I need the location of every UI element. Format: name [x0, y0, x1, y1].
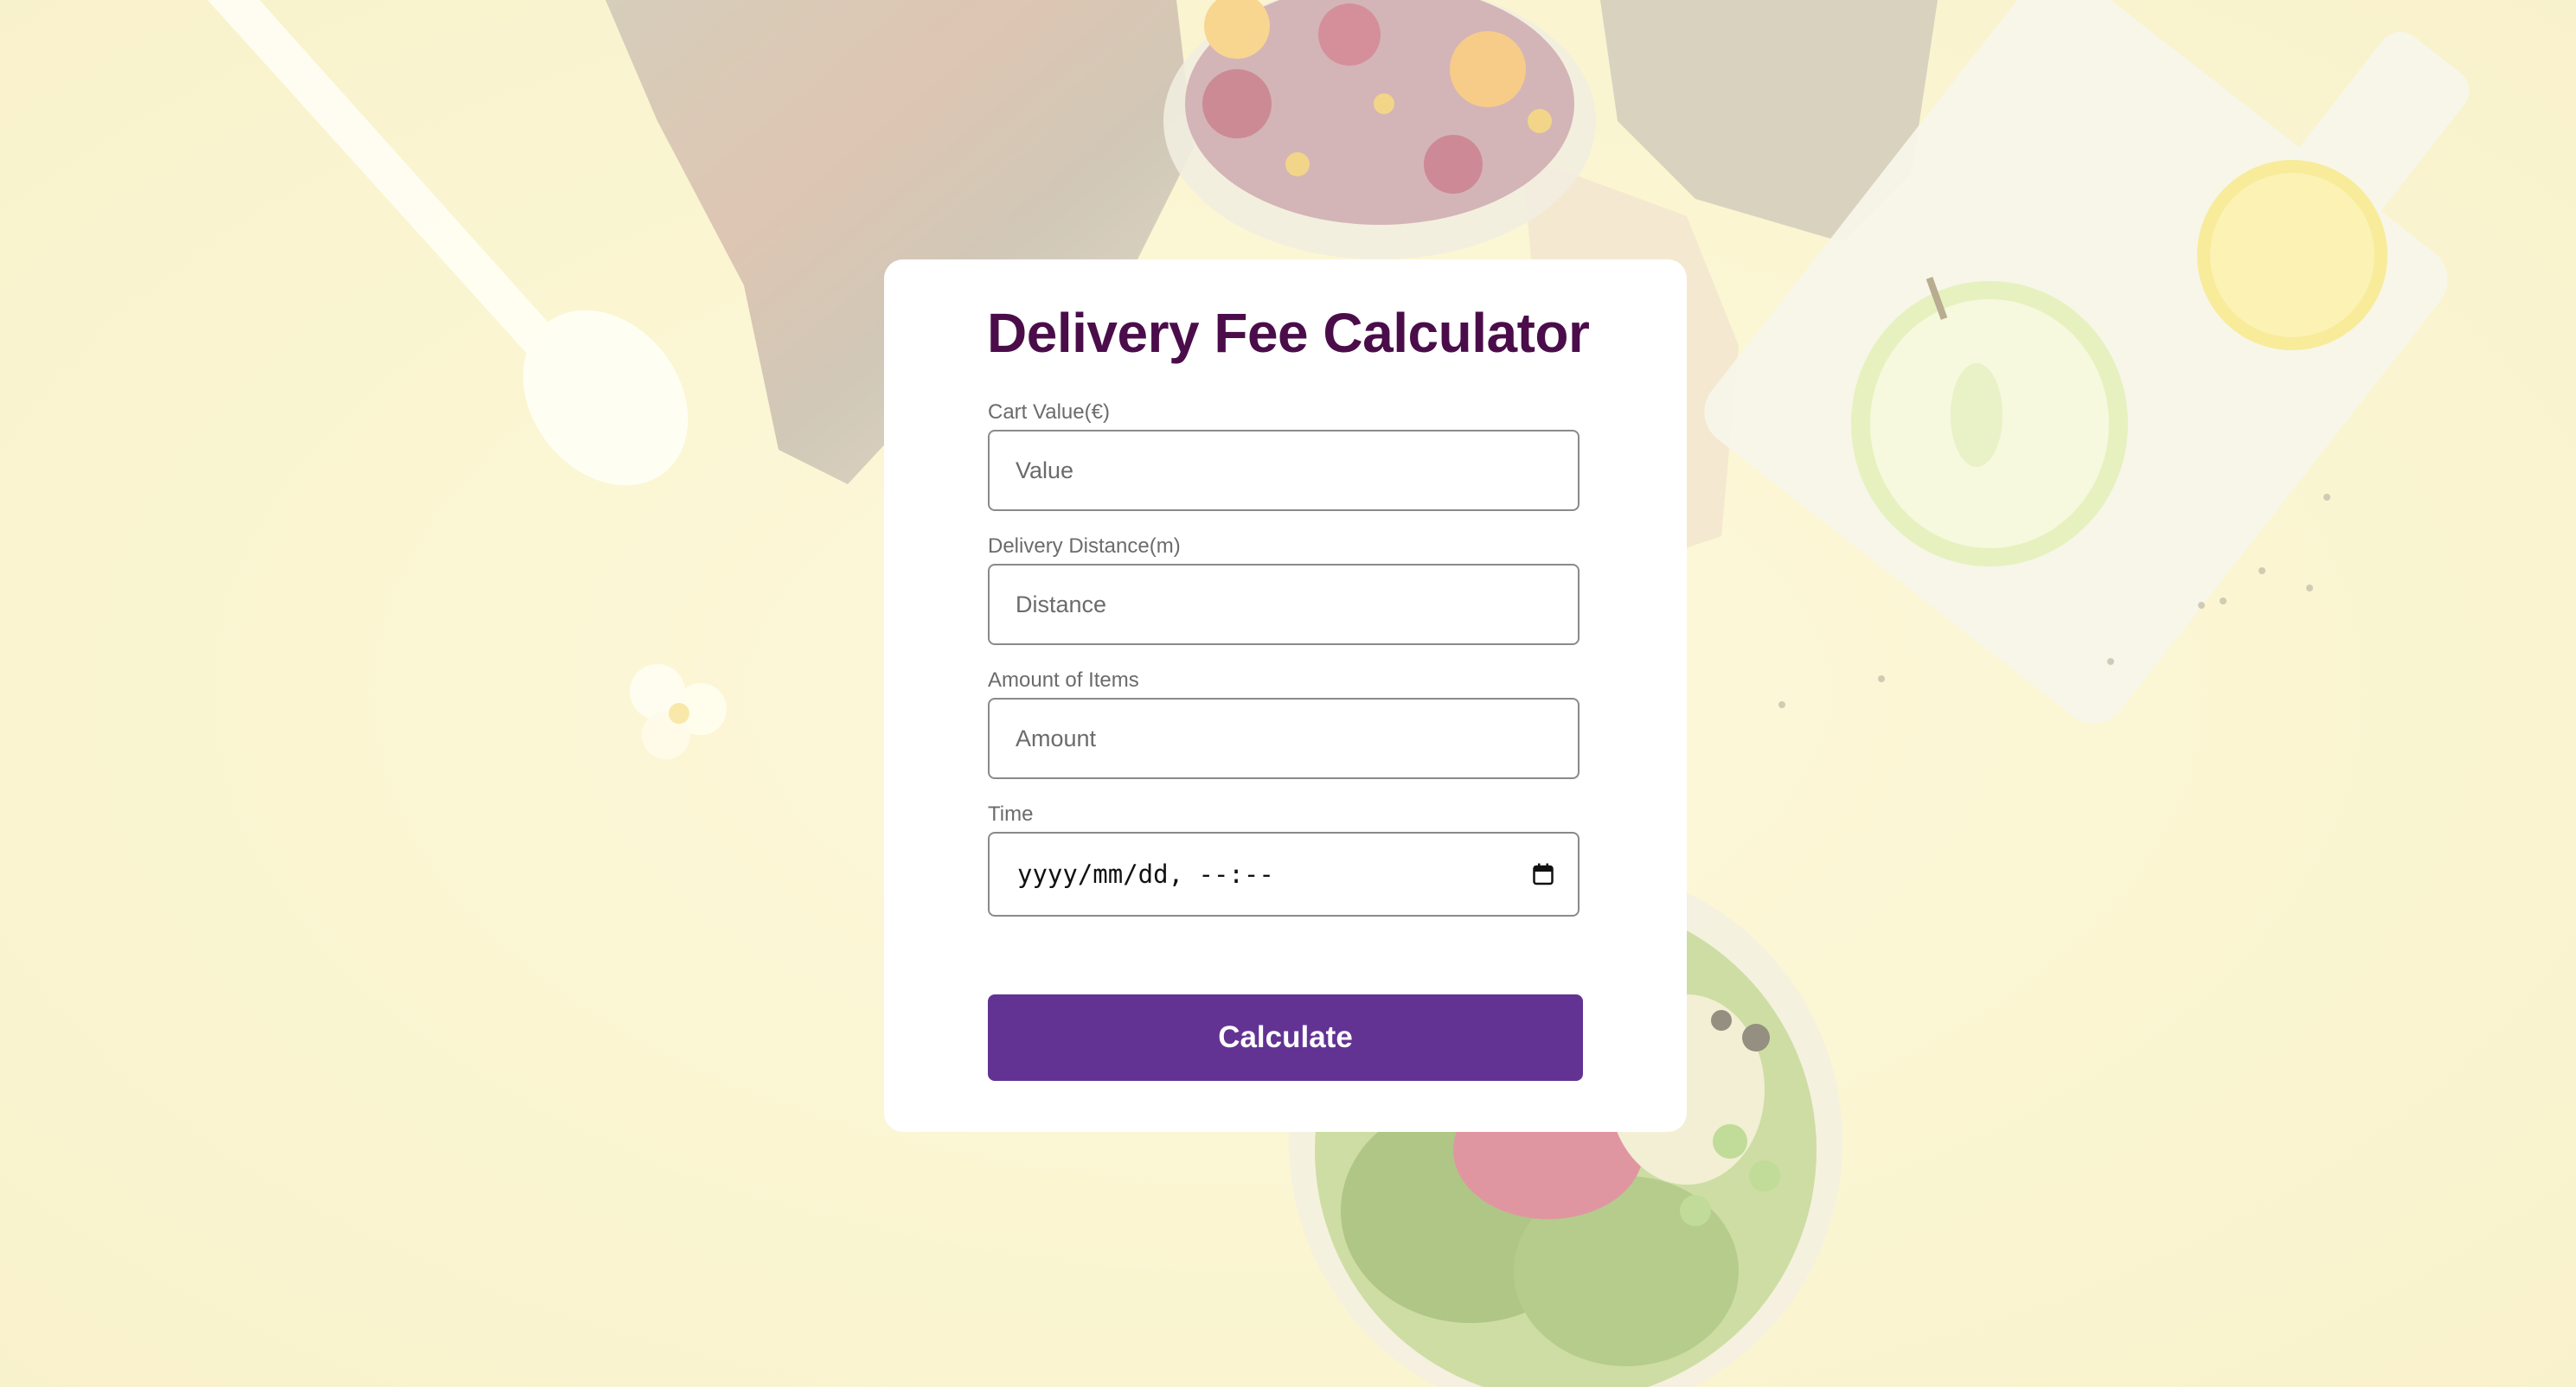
time-input[interactable]: yyyy/mm/dd, --:--: [988, 832, 1580, 917]
amount-of-items-label: Amount of Items: [988, 668, 1139, 692]
page-title: Delivery Fee Calculator: [987, 302, 1590, 364]
calendar-icon[interactable]: [1533, 863, 1554, 885]
calculator-card: Delivery Fee Calculator Cart Value(€) De…: [884, 259, 1687, 1132]
cart-value-label: Cart Value(€): [988, 400, 1110, 424]
time-label: Time: [988, 802, 1034, 826]
delivery-distance-label: Delivery Distance(m): [988, 534, 1181, 558]
delivery-distance-input[interactable]: [988, 564, 1580, 645]
cart-value-input[interactable]: [988, 430, 1580, 511]
calculate-button[interactable]: Calculate: [988, 994, 1583, 1081]
page: Delivery Fee Calculator Cart Value(€) De…: [0, 0, 2576, 1387]
amount-of-items-input[interactable]: [988, 698, 1580, 779]
time-input-placeholder: yyyy/mm/dd, --:--: [1017, 860, 1274, 889]
